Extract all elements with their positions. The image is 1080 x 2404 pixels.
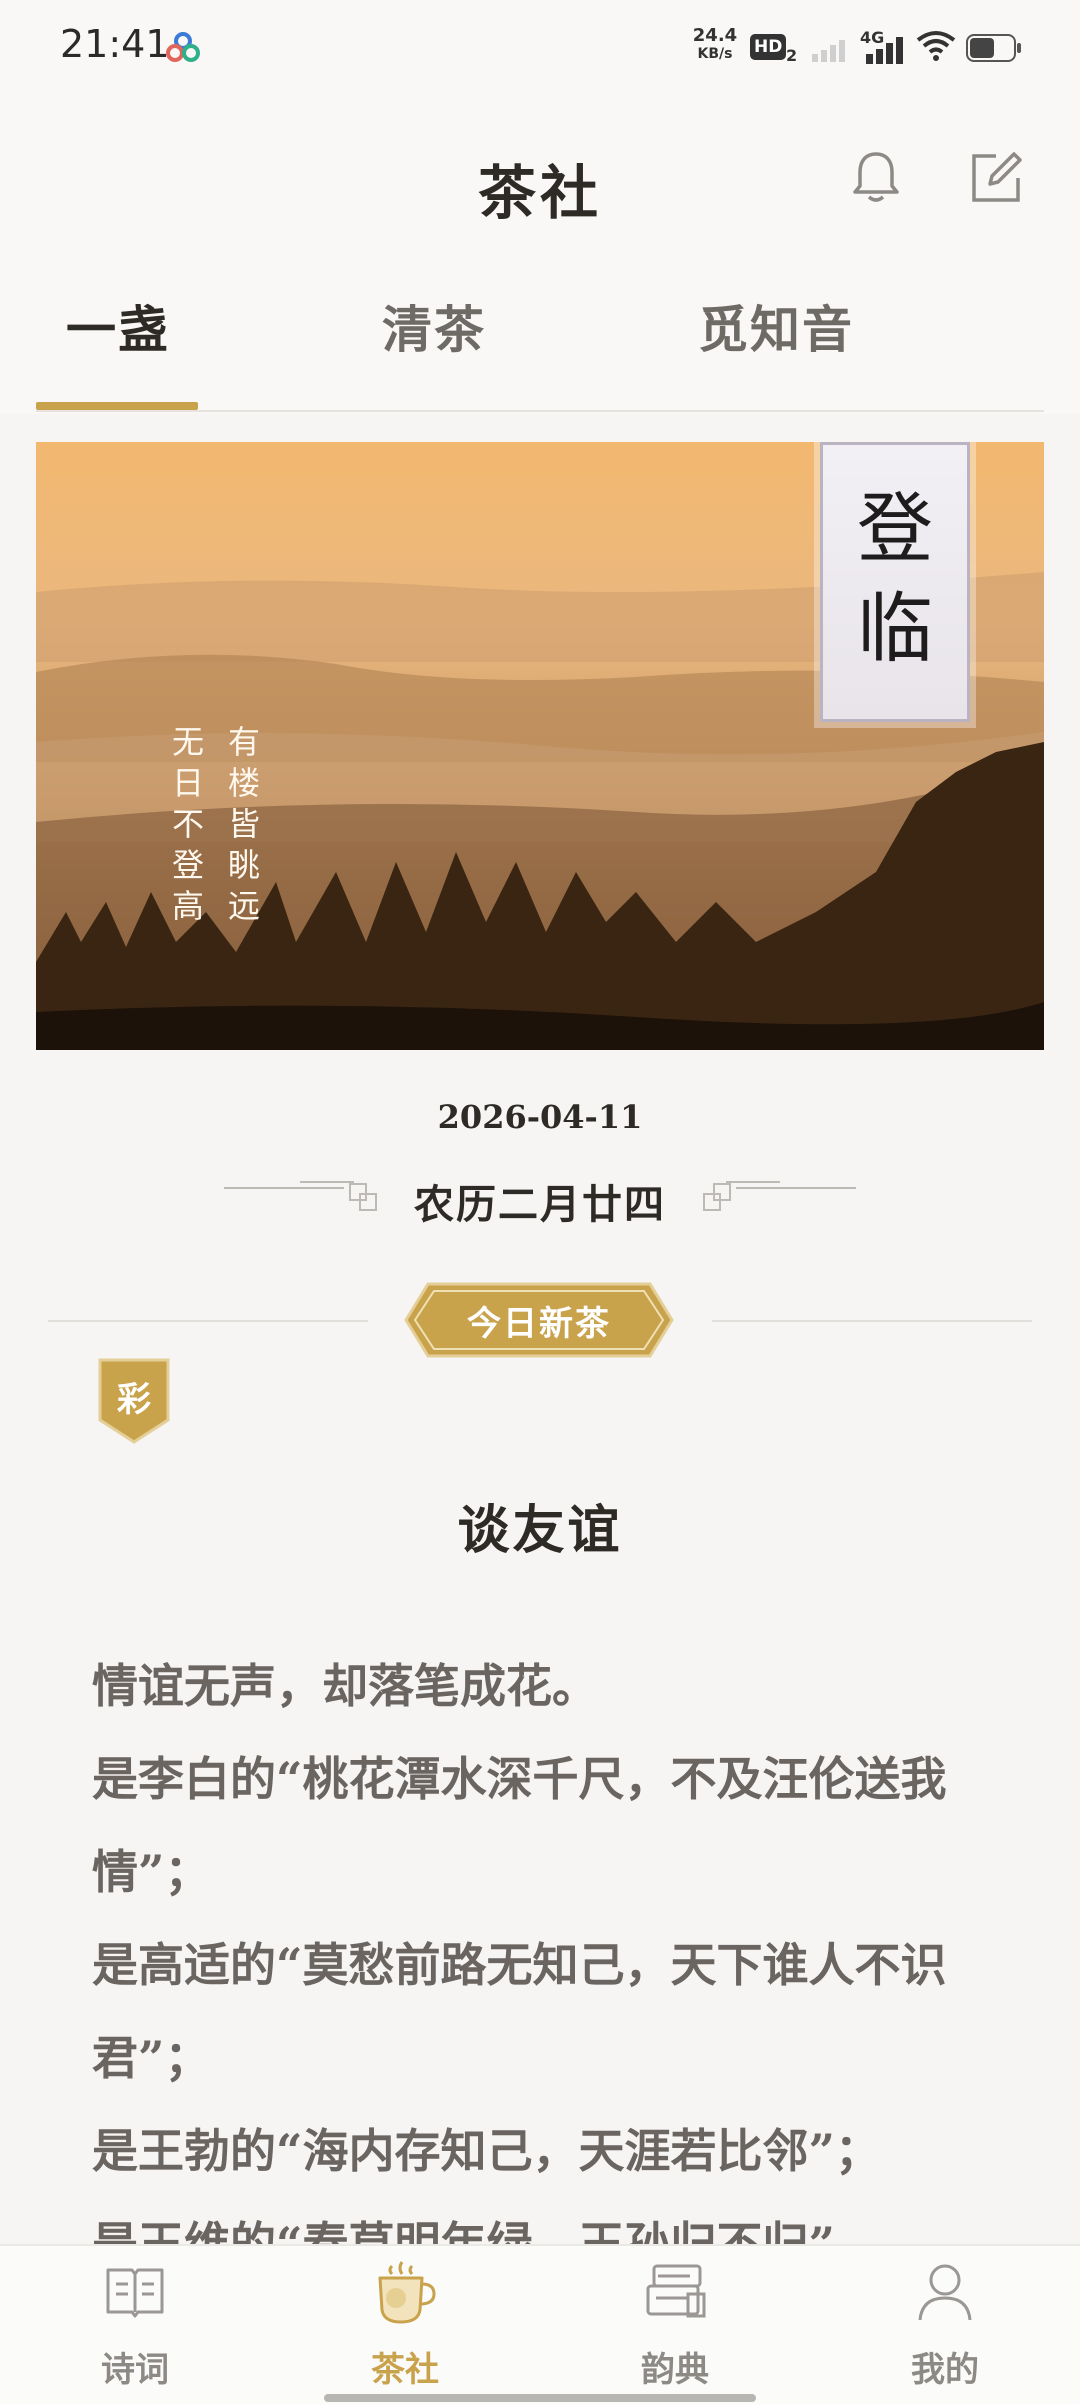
banner-image[interactable]: 登 临 有楼皆眺远 无日不登高	[36, 442, 1044, 1050]
section-badge-label: 今日新茶	[467, 1304, 611, 1344]
tab-yizhan[interactable]: 一盏	[66, 290, 170, 362]
nav-label: 诗词	[101, 2350, 169, 2390]
tag-badge-label: 彩	[117, 1380, 151, 1420]
article-body: 情谊无声，却落笔成花。 是李白的“桃花潭水深千尺，不及汪伦送我情”； 是高适的“…	[92, 1640, 992, 2291]
article-paragraph: 是李白的“桃花潭水深千尺，不及汪伦送我情”；	[92, 1752, 947, 1899]
bottom-nav: 诗词 茶社 韵典 我的	[0, 2244, 1080, 2404]
hd-sub: 2	[786, 46, 798, 65]
article-paragraph: 是高适的“莫愁前路无知己，天下谁人不识君”；	[92, 1938, 947, 2085]
app-cloud-icon	[166, 32, 200, 66]
network-speed: 24.4 KB/s	[690, 26, 740, 64]
status-bar: 21:41 24.4 KB/s HD 2 4G	[0, 0, 1080, 96]
edit-icon[interactable]	[970, 152, 1022, 208]
nav-label: 茶社	[371, 2350, 439, 2390]
tab-bar: 一盏 清茶 觅知音	[36, 290, 1044, 410]
bell-icon[interactable]	[852, 150, 900, 208]
nav-label: 我的	[911, 2350, 979, 2390]
signal-icon	[866, 36, 906, 68]
nav-item-wode[interactable]: 我的	[810, 2246, 1080, 2404]
section-divider-right	[712, 1320, 1032, 1322]
nav-item-yundian[interactable]: 韵典	[540, 2246, 810, 2404]
nav-item-chashe[interactable]: 茶社	[270, 2246, 540, 2404]
solar-date: 2026-04-11	[437, 1098, 643, 1136]
section-divider-left	[48, 1320, 368, 1322]
book-icon	[104, 2260, 166, 2326]
battery-icon	[966, 34, 1022, 66]
scroll-icon	[644, 2260, 708, 2326]
banner-verse-left: 无日不登高	[171, 723, 204, 925]
wifi-icon	[916, 30, 956, 66]
hd-badge: HD	[750, 34, 787, 60]
banner-verse-right: 有楼皆眺远	[227, 723, 260, 925]
speed-unit: KB/s	[697, 46, 733, 62]
tea-cup-icon	[374, 2260, 436, 2330]
signal-icon	[812, 36, 848, 66]
active-tab-indicator	[36, 402, 198, 410]
article-title: 谈友谊	[457, 1500, 623, 1561]
user-icon	[914, 2260, 976, 2326]
lunar-date: 农历二月廿四	[414, 1181, 666, 1228]
home-indicator[interactable]	[324, 2394, 756, 2402]
tab-qingcha[interactable]: 清茶	[382, 290, 486, 362]
speed-value: 24.4	[692, 25, 738, 46]
status-time: 21:41	[60, 22, 170, 66]
nav-label: 韵典	[641, 2350, 709, 2390]
nav-item-shici[interactable]: 诗词	[0, 2246, 270, 2404]
article-paragraph: 是王勃的“海内存知己，天涯若比邻”；	[92, 2124, 881, 2178]
page-title: 茶社	[477, 159, 602, 227]
banner-title-char: 临	[857, 584, 933, 673]
tab-mizhiyin[interactable]: 觅知音	[698, 290, 854, 362]
ornament-right-icon	[700, 1176, 856, 1216]
article-paragraph: 情谊无声，却落笔成花。	[92, 1659, 598, 1713]
banner-title-plaque: 登 临	[820, 442, 970, 722]
tabs-divider	[36, 410, 1044, 412]
banner-title-char: 登	[857, 484, 933, 573]
